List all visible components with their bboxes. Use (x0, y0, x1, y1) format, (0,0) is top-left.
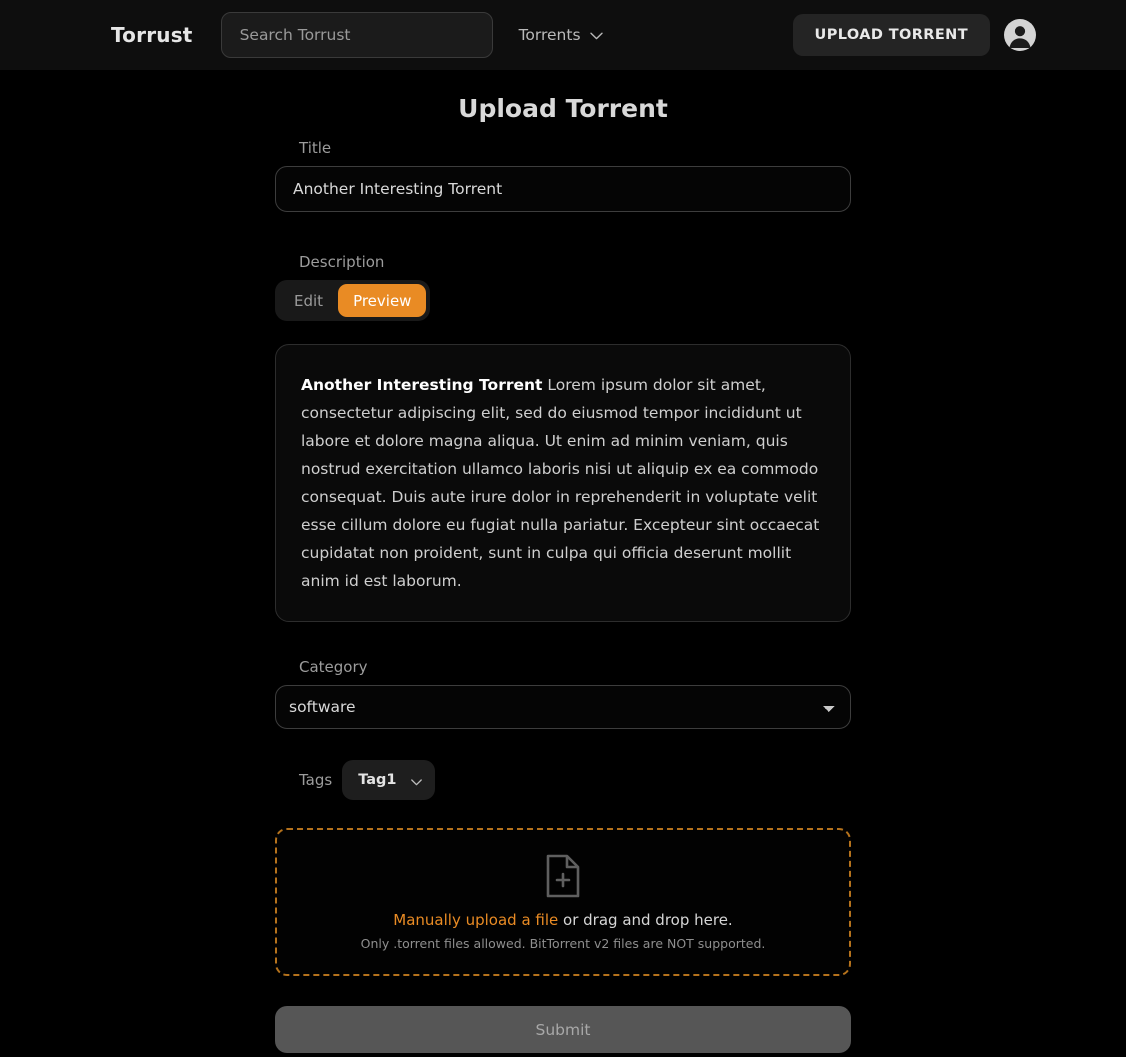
dropzone-rest-text: or drag and drop here. (558, 911, 733, 929)
title-field-group: Title (275, 139, 851, 212)
dropzone-main-text: Manually upload a file or drag and drop … (393, 911, 732, 929)
submit-button[interactable]: Submit (275, 1006, 851, 1053)
description-field-group: Description Edit Preview Another Interes… (275, 253, 851, 622)
description-mode-toggle: Edit Preview (275, 280, 431, 321)
category-field-group: Category software (275, 658, 851, 729)
tab-edit[interactable]: Edit (279, 284, 338, 317)
category-select[interactable]: software (275, 685, 851, 729)
tags-dropdown[interactable]: Tag1 (342, 760, 435, 800)
caret-down-icon (410, 771, 422, 790)
search-input[interactable] (239, 26, 474, 44)
description-preview-text: Another Interesting Torrent Lorem ipsum … (301, 371, 824, 595)
upload-torrent-button[interactable]: UPLOAD TORRENT (792, 14, 990, 56)
title-input[interactable] (275, 166, 851, 212)
page-content: Upload Torrent Title Description Edit Pr… (0, 70, 1126, 1057)
page-title: Upload Torrent (458, 94, 668, 123)
chevron-down-icon (589, 26, 603, 44)
tags-field-group: Tags Tag1 (299, 760, 851, 800)
nav-menu-label: Torrents (518, 26, 581, 44)
dropzone-hint: Only .torrent files allowed. BitTorrent … (360, 936, 766, 951)
description-label: Description (299, 253, 385, 271)
tab-preview[interactable]: Preview (338, 284, 427, 317)
category-label: Category (299, 658, 368, 676)
nav-menu-torrents[interactable]: Torrents (519, 26, 603, 44)
description-preview-panel: Another Interesting Torrent Lorem ipsum … (275, 344, 851, 622)
search-box[interactable] (220, 12, 493, 58)
tags-selected-value: Tag1 (358, 772, 397, 788)
user-avatar-icon[interactable] (1004, 19, 1036, 51)
brand-logo[interactable]: Torrust (111, 23, 193, 47)
description-preview-body: Lorem ipsum dolor sit amet, consectetur … (301, 376, 820, 590)
title-label: Title (299, 139, 332, 157)
description-preview-heading: Another Interesting Torrent (301, 376, 543, 394)
tags-label: Tags (299, 771, 333, 789)
navbar: Torrust Torrents UPLOAD TORRENT (0, 0, 1126, 70)
file-plus-icon (543, 853, 583, 903)
dropzone-upload-link[interactable]: Manually upload a file (393, 911, 558, 929)
navbar-right-group: UPLOAD TORRENT (792, 0, 1126, 70)
file-dropzone[interactable]: Manually upload a file or drag and drop … (275, 828, 851, 976)
upload-form: Upload Torrent Title Description Edit Pr… (275, 94, 851, 1057)
